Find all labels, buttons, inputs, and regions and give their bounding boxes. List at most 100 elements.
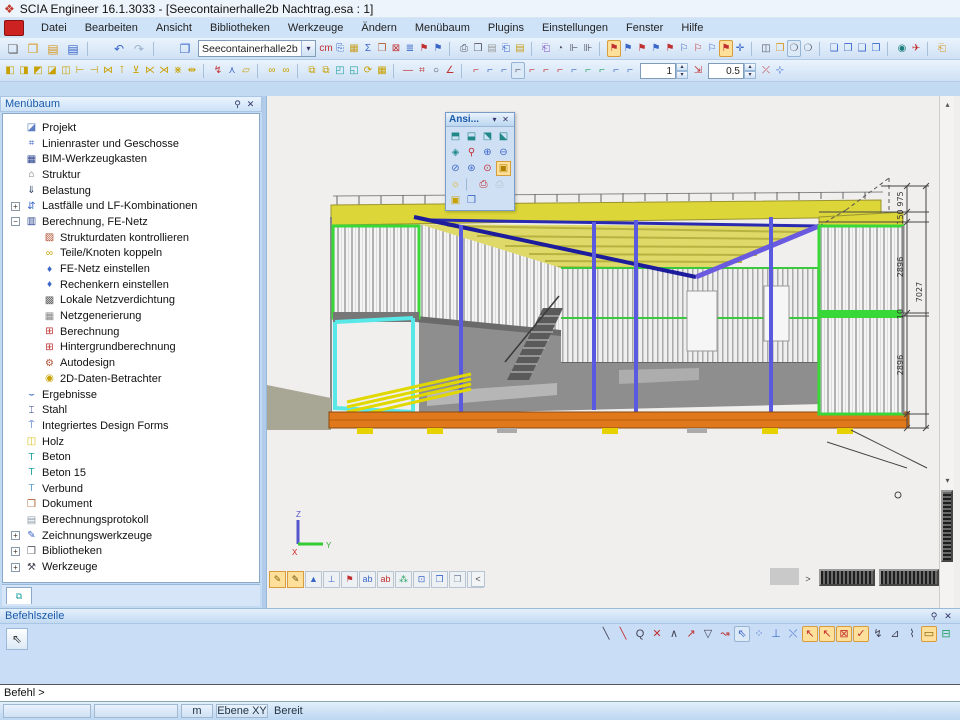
document-combo[interactable]: Seecontainerhalle2b ▾ <box>198 40 316 57</box>
snap-midpoint-icon[interactable]: ↖ <box>819 626 835 642</box>
model-viewport[interactable]: 975 150 2896 10 2896 7027 Z X Y ✎✎▲⊥⚑aba… <box>266 96 960 608</box>
mesh-hide-icon[interactable]: ⊠ <box>389 40 403 57</box>
mirror-node-icon[interactable]: ◩ <box>31 62 45 79</box>
tree-item-belastung[interactable]: ⇓ Belastung <box>3 183 259 199</box>
open-settings-icon[interactable]: ❒ <box>773 40 787 57</box>
line-red-icon[interactable]: — <box>401 62 415 79</box>
new-icon[interactable]: ❏ <box>3 40 23 57</box>
separator[interactable] <box>927 41 933 57</box>
snap-line-mid-icon[interactable]: ╲ <box>615 626 631 642</box>
connection-6-icon[interactable]: ⌐ <box>539 62 553 79</box>
view-axo-icon[interactable]: ◈ <box>448 145 463 160</box>
catalog-icon[interactable]: ❒ <box>375 40 389 57</box>
tree-item-bim[interactable]: ▦ BIM-Werkzeugkasten <box>3 151 259 167</box>
line-grid-icon[interactable]: ⊥ <box>768 626 784 642</box>
tile-v-icon[interactable]: ❒ <box>869 40 883 57</box>
units-icon[interactable]: cm <box>319 40 333 57</box>
tree-item-ergebnisse[interactable]: ⌣ Ergebnisse <box>3 387 259 403</box>
split-beam-icon[interactable]: ⊢ <box>73 62 87 79</box>
join-beam-icon[interactable]: ⊣ <box>87 62 101 79</box>
snap-intersection-icon[interactable]: ⊠ <box>836 626 852 642</box>
snap-perpendicular-icon[interactable]: ⊿ <box>887 626 903 642</box>
status-plane[interactable]: Ebene XY <box>216 704 268 718</box>
tree-item-teile-knoten[interactable]: ∞ Teile/Knoten koppeln <box>3 246 259 262</box>
separator[interactable] <box>819 41 825 57</box>
tree-item-projekt[interactable]: ◪ Projekt <box>3 120 259 136</box>
bezier-icon[interactable]: ⋏ <box>225 62 239 79</box>
separator[interactable] <box>87 41 107 57</box>
separator[interactable] <box>449 41 455 57</box>
ruler-q-icon[interactable]: ⊪ <box>581 40 595 57</box>
tree-item-beton[interactable]: T Beton <box>3 449 259 465</box>
zoom-selection-icon[interactable]: ⊙ <box>480 161 495 176</box>
tree-item-bibliotheken[interactable]: + ❒ Bibliotheken <box>3 544 259 560</box>
snap-endpoint-icon[interactable]: ↖ <box>802 626 818 642</box>
show-labels-icon[interactable]: ⚑ <box>719 40 733 57</box>
export-folder-icon[interactable]: ⎗ <box>935 40 949 57</box>
member-check-icon[interactable]: ⚑ <box>417 40 431 57</box>
scroll-down-icon[interactable]: ▾ <box>941 474 954 487</box>
layers-icon[interactable]: ≣ <box>403 40 417 57</box>
animation-slider-2[interactable] <box>879 569 939 586</box>
tile-h-icon[interactable]: ❑ <box>855 40 869 57</box>
tree-item-idf[interactable]: ⍑ Integriertes Design Forms <box>3 418 259 434</box>
layer-pen-icon[interactable]: ✎ <box>269 571 286 588</box>
redo-icon[interactable]: ↷ <box>129 40 149 57</box>
connection-4-icon[interactable]: ⌐ <box>511 62 525 79</box>
numbering-icon[interactable]: ⊡ <box>413 571 430 588</box>
cursor-snap-icon[interactable]: ⇖ <box>734 626 750 642</box>
snap-size-spinner[interactable]: 0.5 ▴▾ <box>708 63 756 79</box>
menu-einstellungen[interactable]: Einstellungen <box>533 20 617 36</box>
view-front-icon[interactable]: ⬓ <box>464 129 479 144</box>
tree-item-werkzeuge[interactable]: + ⚒ Werkzeuge <box>3 559 259 575</box>
separator[interactable] <box>887 41 893 57</box>
print-icon[interactable]: ⎙ <box>457 40 471 57</box>
snap-arc-icon[interactable]: ↗ <box>683 626 699 642</box>
separator[interactable] <box>203 63 209 79</box>
ansicht-toolbar-header[interactable]: Ansi... ▾ ✕ <box>446 113 514 127</box>
document-icon[interactable]: ▤ <box>485 40 499 57</box>
tree-item-holz[interactable]: ◫ Holz <box>3 434 259 450</box>
close-icon[interactable]: ✕ <box>500 115 511 124</box>
menu-datei[interactable]: Datei <box>32 20 76 36</box>
close-icon[interactable]: ✕ <box>244 99 257 110</box>
snap-ortho-icon[interactable]: ✓ <box>853 626 869 642</box>
show-names-icon[interactable]: ⚑ <box>649 40 663 57</box>
tile-icon[interactable]: ❐ <box>841 40 855 57</box>
pin-icon[interactable]: ⚲ <box>231 99 244 110</box>
regen-icon[interactable]: ⟳ <box>361 62 375 79</box>
chevron-down-icon[interactable]: ▾ <box>489 115 500 124</box>
snap-edge-icon[interactable]: ⌇ <box>904 626 920 642</box>
export-icon[interactable]: ⎗ <box>499 40 513 57</box>
tree-item-berechnung-fenetz[interactable]: − ▥ Berechnung, FE-Netz <box>3 214 259 230</box>
h-scroll-thumb[interactable] <box>770 568 799 585</box>
grid-step-icon[interactable]: ⊹ <box>773 62 787 79</box>
separator[interactable] <box>393 63 399 79</box>
show-axes-icon[interactable]: ⚐ <box>691 40 705 57</box>
template-icon[interactable]: ▤ <box>513 40 527 57</box>
trim-icon[interactable]: ⊺ <box>115 62 129 79</box>
cursor-mode-icon[interactable]: ⇖ <box>6 628 28 650</box>
show-numbers-icon[interactable]: ⚑ <box>607 40 621 57</box>
tree-item-berechnungsprotokoll[interactable]: ▤ Berechnungsprotokoll <box>3 512 259 528</box>
separator[interactable] <box>297 63 303 79</box>
clip-box-icon[interactable]: ▣ <box>496 161 511 176</box>
pair-unlink-icon[interactable]: ∞ <box>279 62 293 79</box>
tree-item-verbund[interactable]: T Verbund <box>3 481 259 497</box>
menu-aendern[interactable]: Ändern <box>352 20 405 36</box>
copy-sub-icon[interactable]: ◱ <box>347 62 361 79</box>
zoom-out-icon[interactable]: ⊖ <box>496 145 511 160</box>
spinner-up-icon[interactable]: ▴ <box>744 63 756 71</box>
show-sections-icon[interactable]: ⚑ <box>663 40 677 57</box>
project-browser-icon[interactable]: ❐ <box>175 40 195 57</box>
connection-5-icon[interactable]: ⌐ <box>525 62 539 79</box>
tree-item-lastfaelle[interactable]: + ⇵ Lastfälle und LF-Kombinationen <box>3 198 259 214</box>
activity-icon[interactable]: Σ <box>361 40 375 57</box>
tree-item-struktur[interactable]: ⌂ Struktur <box>3 167 259 183</box>
scroll-right-icon[interactable]: > <box>801 571 815 587</box>
polygon-icon[interactable]: ▱ <box>239 62 253 79</box>
zoom-prev-icon[interactable]: ⊘ <box>448 161 463 176</box>
connection-3-icon[interactable]: ⌐ <box>497 62 511 79</box>
snap-triangle-icon[interactable]: ▽ <box>700 626 716 642</box>
show-model-icon[interactable]: ⚐ <box>705 40 719 57</box>
